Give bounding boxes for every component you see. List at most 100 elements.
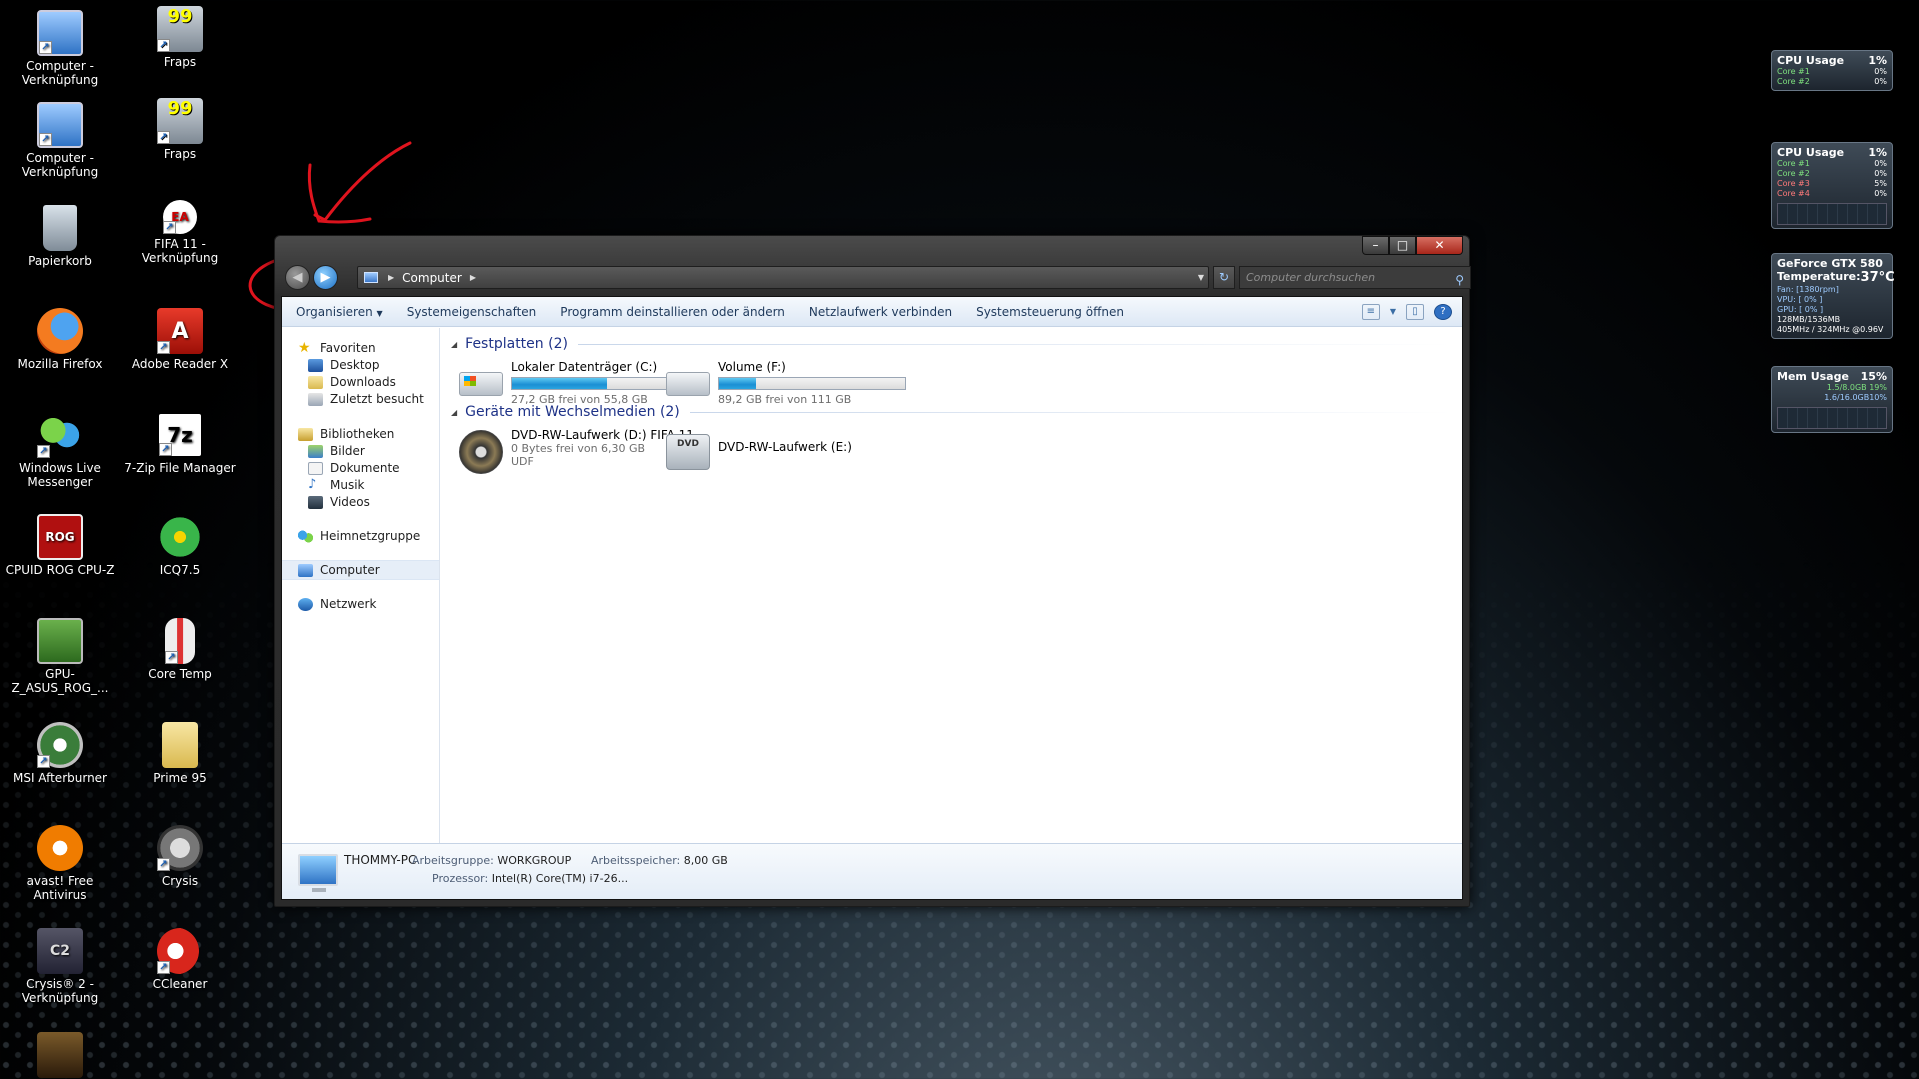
- breadcrumb-chevron-icon[interactable]: ▶: [470, 273, 476, 282]
- desktop-icon-crysis[interactable]: ↗ Crysis: [120, 825, 240, 888]
- folder-icon: [162, 722, 198, 768]
- desktop-icon-ccleaner[interactable]: ↗ CCleaner: [120, 928, 240, 991]
- desktop-icon-fifa11[interactable]: EA ↗ FIFA 11 - Verknüpfung: [120, 200, 240, 265]
- preview-pane-icon[interactable]: ▯: [1406, 303, 1424, 320]
- explorer-content: Organisieren ▼ Systemeigenschaften Progr…: [281, 296, 1463, 900]
- adobe-reader-icon: A ↗: [157, 308, 203, 354]
- uninstall-program-button[interactable]: Programm deinstallieren oder ändern: [548, 305, 797, 319]
- minimize-button[interactable]: –: [1362, 236, 1389, 255]
- group-divider: [577, 343, 1452, 345]
- avast-icon: [37, 825, 83, 871]
- desktop-icon-recycle-bin[interactable]: Papierkorb: [0, 205, 120, 268]
- documents-icon: [308, 461, 323, 475]
- gadget-mem-usage[interactable]: Mem Usage 15% 1.5/8.0GB 19% 1.6/16.0GB10%: [1771, 366, 1893, 433]
- drive-e[interactable]: DVD DVD-RW-Laufwerk (E:): [656, 424, 896, 480]
- refresh-button[interactable]: ↻: [1213, 266, 1235, 289]
- breadcrumb-computer[interactable]: Computer: [402, 271, 462, 285]
- desktop-icon-avast[interactable]: avast! Free Antivirus: [0, 825, 120, 902]
- desktop-icon-firefox[interactable]: Mozilla Firefox: [0, 308, 120, 371]
- desktop-icon-partial[interactable]: [0, 1032, 120, 1079]
- details-workgroup: Arbeitsgruppe: WORKGROUP: [412, 854, 572, 867]
- view-options-icon[interactable]: ≡: [1361, 303, 1380, 320]
- search-box[interactable]: Computer durchsuchen ⚲: [1239, 266, 1471, 289]
- back-button[interactable]: ◀: [285, 265, 310, 290]
- network-icon: [298, 597, 313, 611]
- details-processor: Prozessor: Intel(R) Core(TM) i7-26...: [432, 872, 629, 885]
- group-hard-disks[interactable]: ◢ Festplatten (2): [451, 334, 1452, 354]
- collapse-triangle-icon[interactable]: ◢: [451, 408, 457, 417]
- system-properties-button[interactable]: Systemeigenschaften: [395, 305, 549, 319]
- game-icon: [37, 1032, 83, 1078]
- desktop-icon-crysis2[interactable]: C2 Crysis® 2 - Verknüpfung: [0, 928, 120, 1005]
- desktop-icon-7zip[interactable]: 7z ↗ 7-Zip File Manager: [120, 412, 240, 475]
- chevron-down-icon: ▼: [376, 308, 383, 318]
- map-network-drive-button[interactable]: Netzlaufwerk verbinden: [797, 305, 964, 319]
- drive-f-usage-bar: [718, 377, 906, 390]
- dvd-drive-icon: DVD: [666, 434, 710, 470]
- desktop-icon-fraps-1[interactable]: 99 ↗ Fraps: [120, 6, 240, 69]
- hard-drive-windows-icon: [459, 372, 503, 396]
- desktop-icon-cpuz[interactable]: ROG CPUID ROG CPU-Z: [0, 514, 120, 577]
- computer-icon: ↗: [37, 102, 83, 148]
- nav-videos[interactable]: Videos: [282, 492, 439, 512]
- forward-button[interactable]: ▶: [313, 265, 338, 290]
- desktop-icon-afterburner[interactable]: ↗ MSI Afterburner: [0, 722, 120, 785]
- gadget-cpu-usage-2[interactable]: CPU Usage 1% Core #1 0% Core #2 0% Core #3 5…: [1771, 142, 1893, 229]
- nav-computer[interactable]: Computer: [282, 560, 439, 580]
- memory-usage-graph: [1777, 407, 1887, 429]
- fifa-disc-icon: [459, 430, 503, 474]
- afterburner-icon: ↗: [37, 722, 83, 768]
- fraps-icon: 99 ↗: [157, 6, 203, 52]
- music-note-icon: ♪: [308, 476, 317, 492]
- computer-icon: [364, 272, 378, 283]
- computer-icon: ↗: [37, 10, 83, 56]
- thermometer-icon: ↗: [165, 618, 195, 664]
- collapse-triangle-icon[interactable]: ◢: [451, 340, 457, 349]
- gpuz-icon: [37, 618, 83, 664]
- open-control-panel-button[interactable]: Systemsteuerung öffnen: [964, 305, 1136, 319]
- pictures-icon: [308, 444, 323, 458]
- search-icon[interactable]: ⚲: [1455, 270, 1464, 291]
- recycle-bin-icon: [43, 205, 77, 251]
- desktop-icon-coretemp[interactable]: ↗ Core Temp: [120, 618, 240, 681]
- desktop-icon-prime95[interactable]: Prime 95: [120, 722, 240, 785]
- group-removable[interactable]: ◢ Geräte mit Wechselmedien (2): [451, 402, 1452, 422]
- search-placeholder[interactable]: Computer durchsuchen: [1246, 271, 1375, 284]
- crysis2-icon: C2: [37, 928, 83, 974]
- help-icon[interactable]: ?: [1434, 303, 1452, 320]
- window-controls: – □ ✕: [1362, 236, 1463, 255]
- desktop-icon-adobe-reader[interactable]: A ↗ Adobe Reader X: [120, 308, 240, 371]
- 7zip-icon: 7z ↗: [157, 412, 203, 458]
- crysis-icon: ↗: [157, 825, 203, 871]
- drive-d[interactable]: DVD-RW-Laufwerk (D:) FIFA 11 0 Bytes fre…: [449, 424, 694, 480]
- maximize-button[interactable]: □: [1389, 236, 1416, 255]
- nav-recent[interactable]: Zuletzt besucht: [282, 389, 439, 409]
- computer-icon: [298, 854, 338, 892]
- cpu-usage-graph: [1777, 203, 1887, 225]
- desktop-icon-fraps-2[interactable]: 99 ↗ Fraps: [120, 98, 240, 161]
- fraps-icon: 99 ↗: [157, 98, 203, 144]
- address-bar[interactable]: ▶ Computer ▶ ▼: [357, 266, 1209, 289]
- libraries-icon: [298, 427, 313, 441]
- gadget-gpu-monitor[interactable]: GeForce GTX 580 Temperature: 37°C Fan: […: [1771, 253, 1895, 339]
- breadcrumb-chevron-icon[interactable]: ▶: [388, 273, 394, 282]
- firefox-icon: [37, 308, 83, 354]
- desktop-icon-gpuz[interactable]: GPU-Z_ASUS_ROG_...: [0, 618, 120, 695]
- explorer-window[interactable]: – □ ✕ ◀ ▶ ▶ Computer ▶ ▼ ↻ Computer durc…: [274, 235, 1471, 907]
- details-memory: Arbeitsspeicher: 8,00 GB: [591, 854, 728, 867]
- desktop-icon-icq[interactable]: ICQ7.5: [120, 514, 240, 577]
- fifa-icon: EA ↗: [163, 200, 197, 234]
- navigation-pane: ★ Favoriten Desktop Downloads Zuletzt be…: [282, 328, 440, 843]
- recent-places-icon: [308, 392, 323, 406]
- address-dropdown-icon[interactable]: ▼: [1198, 273, 1204, 282]
- desktop-icon-computer-2[interactable]: ↗ Computer - Verknüpfung: [0, 102, 120, 179]
- drives-view: ◢ Festplatten (2) Lokaler Datenträger (C…: [441, 328, 1462, 843]
- gadget-cpu-usage-1[interactable]: CPU Usage 1% Core #1 0% Core #2 0%: [1771, 50, 1893, 91]
- chevron-down-icon[interactable]: ▼: [1390, 307, 1396, 316]
- organize-button[interactable]: Organisieren ▼: [282, 305, 395, 319]
- nav-homegroup[interactable]: Heimnetzgruppe: [282, 526, 439, 546]
- nav-network[interactable]: Netzwerk: [282, 594, 439, 614]
- desktop-icon-computer-1[interactable]: ↗ Computer - Verknüpfung: [0, 10, 120, 87]
- desktop-icon-messenger[interactable]: ↗ Windows Live Messenger: [0, 412, 120, 489]
- close-button[interactable]: ✕: [1416, 236, 1463, 255]
